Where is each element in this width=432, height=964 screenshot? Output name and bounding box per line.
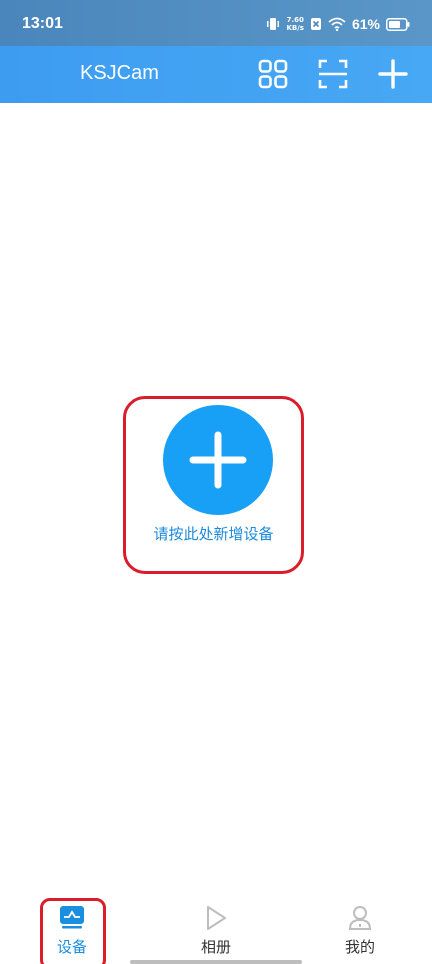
add-device-highlight: 请按此处新增设备 [123, 396, 304, 574]
tab-devices[interactable]: 设备 [22, 890, 122, 964]
app-title: KSJCam [80, 62, 159, 84]
wifi-icon [328, 17, 346, 31]
status-bar: 13:01 7.60 KB/s 61% [0, 0, 432, 46]
battery-icon [386, 17, 410, 31]
app-bar: KSJCam [0, 46, 432, 103]
play-icon [204, 905, 228, 935]
battery-percent: 61% [351, 16, 380, 32]
add-device-label[interactable]: 请按此处新增设备 [126, 523, 301, 544]
plus-icon [189, 431, 247, 489]
tab-album[interactable]: 相册 [166, 890, 266, 964]
scan-icon [318, 59, 348, 89]
add-button[interactable] [375, 56, 411, 92]
scan-button[interactable] [315, 56, 351, 92]
tab-label: 相册 [200, 938, 231, 956]
bottom-tab-bar: 设备 相册 我的 [0, 890, 432, 964]
status-icons: 7.60 KB/s 61% [266, 13, 410, 35]
sim-off-icon [310, 17, 322, 31]
net-speed: 7.60 KB/s [286, 16, 303, 32]
device-icon [59, 905, 85, 933]
add-device-button[interactable] [163, 405, 273, 515]
person-icon [348, 905, 372, 935]
grid-view-icon [258, 59, 288, 89]
net-speed-unit: KB/s [286, 24, 304, 32]
net-speed-value: 7.60 [286, 16, 304, 24]
add-icon [378, 59, 408, 89]
tab-label: 设备 [56, 938, 87, 956]
status-time: 13:01 [22, 15, 63, 32]
vibrate-icon [266, 17, 280, 31]
tab-me[interactable]: 我的 [310, 890, 410, 964]
tab-label: 我的 [344, 938, 375, 956]
grid-view-button[interactable] [255, 56, 291, 92]
home-indicator [130, 960, 302, 964]
